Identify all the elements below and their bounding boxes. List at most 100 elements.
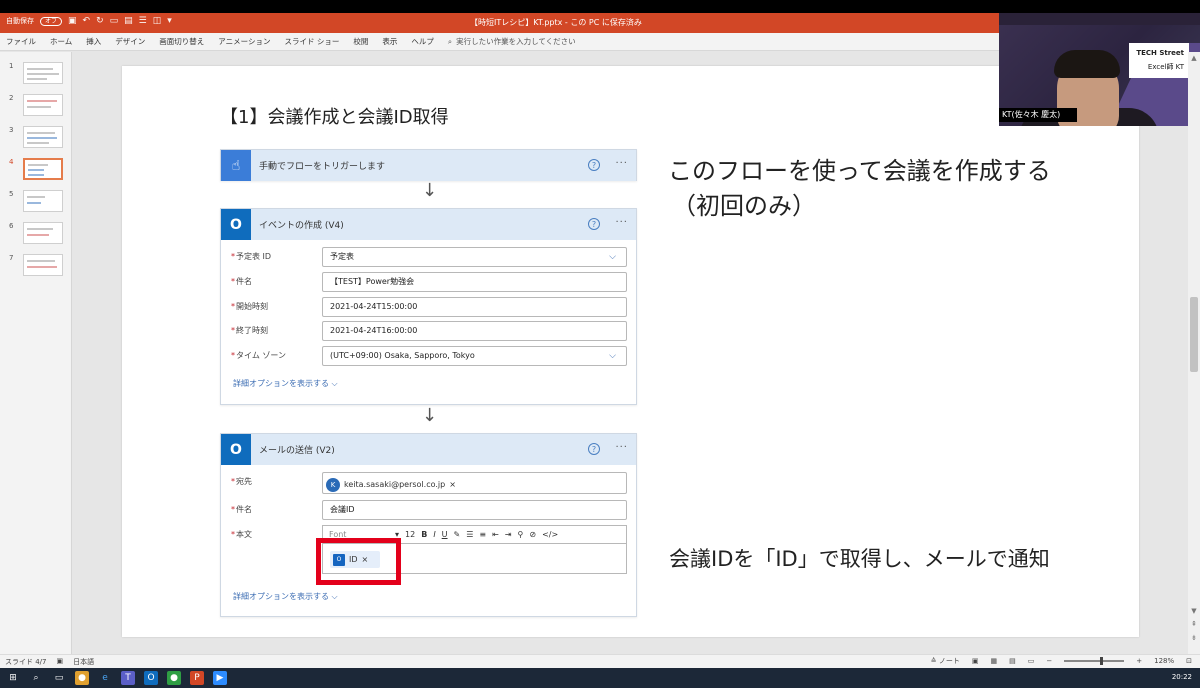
slideshow-view-icon[interactable]: ▭ — [1028, 657, 1035, 665]
save-icon[interactable]: ▣ — [68, 16, 77, 26]
italic-icon[interactable]: I — [433, 530, 435, 539]
chrome-icon[interactable]: ● — [75, 671, 89, 685]
numbered-list-icon[interactable]: ≡ — [479, 530, 486, 539]
slide-thumbnail-2[interactable]: 2 — [6, 94, 66, 118]
search-icon: ⌕ — [447, 36, 453, 46]
spellcheck-icon[interactable]: ▣ — [57, 657, 64, 667]
slide-thumbnail-3[interactable]: 3 — [6, 126, 66, 150]
teams-icon[interactable]: T — [121, 671, 135, 685]
undo-icon[interactable]: ↶ — [83, 16, 91, 26]
more-options-icon[interactable]: ··· — [615, 158, 628, 169]
flow-trigger-card[interactable]: ☝ 手動でフローをトリガーします ? ··· — [220, 149, 637, 181]
start-time-input[interactable]: 2021-04-24T15:00:00 — [322, 297, 627, 317]
language-indicator[interactable]: 日本語 — [73, 657, 94, 667]
bullet-list-icon[interactable]: ☰ — [466, 530, 473, 539]
recipient-chip[interactable]: K keita.sasaki@persol.co.jp × — [326, 476, 456, 494]
code-view-icon[interactable]: </> — [542, 530, 558, 539]
remove-chip-icon[interactable]: × — [449, 476, 456, 494]
zoom-app-icon[interactable]: ▶ — [213, 671, 227, 685]
scroll-down-icon[interactable]: ▼ — [1188, 607, 1200, 615]
autosave-label: 自動保存 — [6, 17, 34, 25]
calendar-id-dropdown[interactable]: 予定表 ⌵ — [322, 247, 627, 267]
slide-thumbnail-4[interactable]: 4 — [6, 158, 66, 182]
chevron-down-icon: ⌵ — [609, 351, 616, 361]
event-title: イベントの作成 (V4) — [259, 221, 344, 231]
pen-icon[interactable]: ✎ — [454, 530, 461, 539]
tab-insert[interactable]: 挿入 — [86, 36, 101, 47]
field-label: *本文 — [231, 530, 252, 539]
zoom-out-icon[interactable]: − — [1046, 657, 1052, 665]
chevron-down-icon: ⌵ — [331, 379, 338, 388]
flow-mail-card[interactable]: O メールの送信 (V2) ? ··· *宛先 K keita.sasaki@p… — [220, 433, 637, 617]
underline-icon[interactable]: U — [442, 530, 448, 539]
tab-file[interactable]: ファイル — [6, 36, 36, 47]
format-icon[interactable]: ▤ — [124, 16, 133, 26]
tab-home[interactable]: ホーム — [50, 36, 72, 47]
normal-view-icon[interactable]: ▣ — [972, 657, 979, 665]
subject-input[interactable]: 【TEST】Power勉強会 — [322, 272, 627, 292]
fit-to-window-icon[interactable]: ⊡ — [1186, 657, 1192, 665]
tab-review[interactable]: 校閲 — [353, 36, 368, 47]
tab-animations[interactable]: アニメーション — [218, 36, 270, 47]
slide-heading[interactable]: 【1】会議作成と会議ID取得 — [220, 103, 449, 129]
windows-start-icon[interactable]: ⊞ — [6, 671, 20, 685]
powerpoint-icon[interactable]: P — [190, 671, 204, 685]
slide-note-line-1[interactable]: このフローを使って会議を作成する — [668, 151, 1051, 186]
slide-thumbnail-6[interactable]: 6 — [6, 222, 66, 246]
link-icon[interactable]: ⚲ — [518, 530, 524, 539]
slideshow-icon[interactable]: ▭ — [110, 16, 119, 26]
edge-icon[interactable]: e — [98, 671, 112, 685]
redo-icon[interactable]: ↻ — [96, 16, 104, 26]
shape-icon[interactable]: ◫ — [153, 16, 162, 26]
vertical-scrollbar[interactable]: ▲ ▼ ⇞ ⇟ — [1188, 52, 1200, 654]
notes-button[interactable]: ≙ ノート — [931, 656, 960, 666]
unlink-icon[interactable]: ⊘ — [529, 530, 536, 539]
slide-note-bottom[interactable]: 会議IDを「ID」で取得し、メールで通知 — [669, 543, 1050, 573]
indent-icon[interactable]: ⇥ — [505, 530, 512, 539]
tab-design[interactable]: デザイン — [115, 36, 145, 47]
help-icon[interactable]: ? — [588, 159, 600, 171]
tab-slideshow[interactable]: スライド ショー — [284, 36, 339, 47]
next-slide-icon[interactable]: ⇟ — [1188, 634, 1200, 642]
tab-help[interactable]: ヘルプ — [411, 36, 434, 47]
reading-view-icon[interactable]: ▤ — [1009, 657, 1016, 665]
task-view-icon[interactable]: ▭ — [52, 671, 66, 685]
align-icon[interactable]: ☰ — [139, 16, 147, 26]
field-subject: *件名 【TEST】Power勉強会 — [221, 272, 638, 292]
tab-transitions[interactable]: 画面切り替え — [159, 36, 204, 47]
scroll-up-icon[interactable]: ▲ — [1188, 54, 1200, 62]
slide-thumbnail-5[interactable]: 5 — [6, 190, 66, 214]
slide-thumbnail-7[interactable]: 7 — [6, 254, 66, 278]
show-advanced-options-link[interactable]: 詳細オプションを表示する ⌵ — [233, 591, 338, 602]
tab-view[interactable]: 表示 — [382, 36, 397, 47]
more-qat-icon[interactable]: ▾ — [167, 16, 172, 26]
outdent-icon[interactable]: ⇤ — [492, 530, 499, 539]
zoom-level[interactable]: 128% — [1154, 657, 1174, 665]
slide-thumbnail-1[interactable]: 1 — [6, 62, 66, 86]
tell-me-search[interactable]: ⌕ 実行したい作業を入力してください — [448, 36, 576, 47]
flow-event-card[interactable]: O イベントの作成 (V4) ? ··· *予定表 ID 予定表 ⌵ *件名 【T… — [220, 208, 637, 405]
slide-sorter-icon[interactable]: ▦ — [990, 657, 997, 665]
scrollbar-thumb[interactable] — [1190, 297, 1198, 372]
autosave-toggle[interactable]: オフ — [40, 16, 62, 26]
field-calendar-id: *予定表 ID 予定表 ⌵ — [221, 247, 638, 267]
to-input[interactable]: K keita.sasaki@persol.co.jp × — [322, 472, 627, 494]
search-icon[interactable]: ⌕ — [29, 671, 43, 685]
zoom-slider[interactable] — [1064, 657, 1125, 665]
more-options-icon[interactable]: ··· — [615, 217, 628, 228]
font-size-select[interactable]: 12 — [405, 530, 415, 539]
outlook-taskbar-icon[interactable]: O — [144, 671, 158, 685]
bold-icon[interactable]: B — [421, 530, 427, 539]
previous-slide-icon[interactable]: ⇞ — [1188, 620, 1200, 628]
help-icon[interactable]: ? — [588, 218, 600, 230]
help-icon[interactable]: ? — [588, 443, 600, 455]
brand-title: TECH Street — [1136, 49, 1184, 57]
time-zone-dropdown[interactable]: (UTC+09:00) Osaka, Sapporo, Tokyo ⌵ — [322, 346, 627, 366]
slide-note-line-2[interactable]: （初回のみ） — [672, 186, 816, 221]
more-options-icon[interactable]: ··· — [615, 442, 628, 453]
chrome-profile-icon[interactable]: ● — [167, 671, 181, 685]
mail-subject-input[interactable]: 会議ID — [322, 500, 627, 520]
show-advanced-options-link[interactable]: 詳細オプションを表示する ⌵ — [233, 378, 338, 389]
zoom-in-icon[interactable]: + — [1136, 657, 1142, 665]
end-time-input[interactable]: 2021-04-24T16:00:00 — [322, 321, 627, 341]
